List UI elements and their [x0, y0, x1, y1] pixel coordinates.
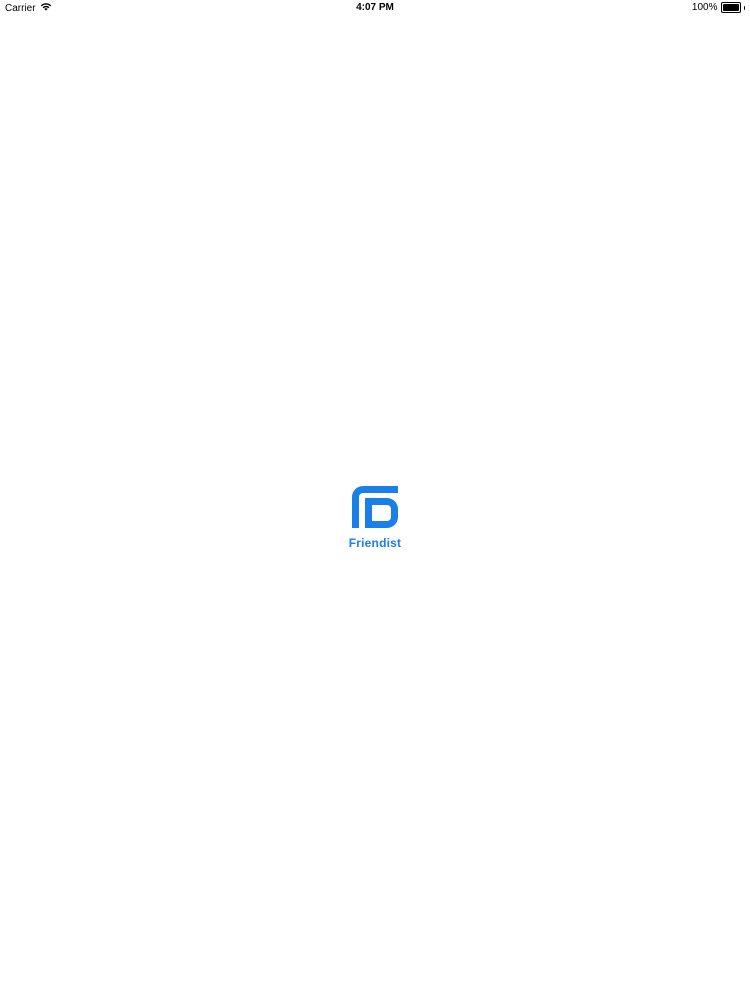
splash-content: Friendist: [0, 486, 750, 550]
battery-percent: 100%: [691, 2, 718, 13]
battery-fill: [722, 4, 739, 11]
battery-tip: [743, 5, 745, 10]
launch-screen: Carrier 4:07 PM 100% Friendist: [0, 0, 750, 1000]
status-time: 4:07 PM: [356, 2, 394, 13]
status-right: 100%: [692, 2, 745, 13]
status-bar: Carrier 4:07 PM 100%: [0, 0, 750, 16]
battery-icon: [720, 2, 741, 13]
app-name: Friendist: [348, 536, 402, 550]
friendist-logo-icon: [352, 486, 398, 528]
